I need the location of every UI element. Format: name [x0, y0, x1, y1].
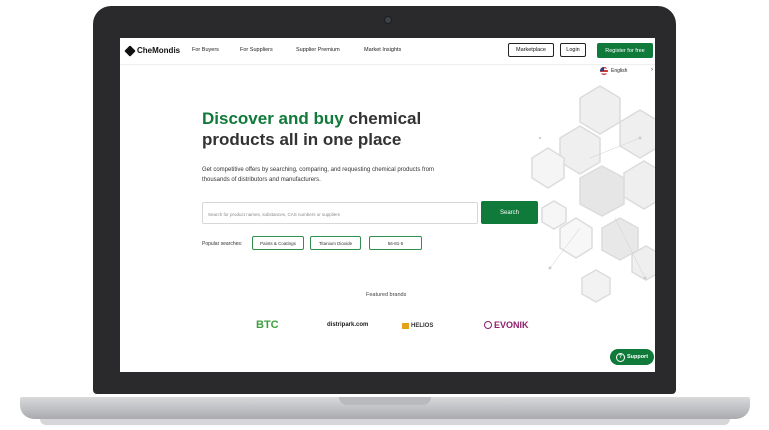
- laptop-notch: [339, 397, 431, 405]
- evonik-logo-icon: [484, 321, 492, 329]
- nav-link-for-suppliers[interactable]: For Suppliers: [240, 47, 273, 53]
- us-flag-icon: [600, 67, 608, 75]
- hero-subtitle: Get competitive offers by searching, com…: [202, 167, 435, 183]
- brand-evonik-label: EVONIK: [494, 320, 529, 330]
- popular-chip-paints-coatings[interactable]: Paints & Coatings: [252, 236, 304, 250]
- marketplace-button[interactable]: Marketplace: [508, 43, 554, 57]
- search-box: [202, 202, 478, 225]
- popular-chip-cas-56-81-5[interactable]: 56-81-5: [369, 236, 422, 250]
- featured-brands-title: Featured brands: [366, 292, 407, 298]
- language-selector[interactable]: English: [600, 67, 627, 75]
- search-button[interactable]: Search: [481, 201, 538, 224]
- camera-icon: [384, 16, 392, 24]
- top-navigation: CheMondis For Buyers For Suppliers Suppl…: [120, 38, 655, 65]
- nav-link-for-buyers[interactable]: For Buyers: [192, 47, 219, 53]
- brand-helios[interactable]: HELIOS: [402, 323, 433, 329]
- register-button[interactable]: Register for free: [597, 43, 653, 58]
- help-icon: ?: [615, 352, 625, 362]
- popular-chip-titanium-dioxide[interactable]: Titanium Dioxide: [310, 236, 361, 250]
- browser-screen: CheMondis For Buyers For Suppliers Suppl…: [120, 38, 655, 372]
- brand-btc[interactable]: BTC: [256, 319, 279, 331]
- helios-logo-icon: [402, 323, 409, 329]
- search-input[interactable]: [203, 204, 477, 225]
- nav-link-market-insights[interactable]: Market Insights: [364, 47, 401, 53]
- popular-searches-label: Popular searches:: [202, 241, 243, 247]
- support-button[interactable]: ? Support: [610, 349, 654, 365]
- brand-evonik[interactable]: EVONIK: [484, 320, 529, 330]
- support-label: Support: [626, 354, 649, 360]
- logo-text: CheMondis: [137, 46, 181, 55]
- brand-distripark[interactable]: distripark.com: [327, 322, 368, 328]
- language-label: English: [611, 68, 628, 74]
- laptop-shadow: [40, 419, 730, 425]
- login-button[interactable]: Login: [560, 43, 586, 57]
- site-logo[interactable]: CheMondis: [124, 44, 181, 57]
- nav-link-supplier-premium[interactable]: Supplier Premium: [296, 47, 340, 53]
- chevron-right-icon[interactable]: ›: [651, 67, 653, 73]
- logo-icon: [124, 44, 136, 57]
- hexagon-decoration: [531, 85, 655, 303]
- hero-headline-accent: Discover and buy: [202, 109, 344, 128]
- hero-headline: Discover and buy chemical products all i…: [202, 108, 462, 150]
- brand-helios-label: HELIOS: [411, 323, 434, 329]
